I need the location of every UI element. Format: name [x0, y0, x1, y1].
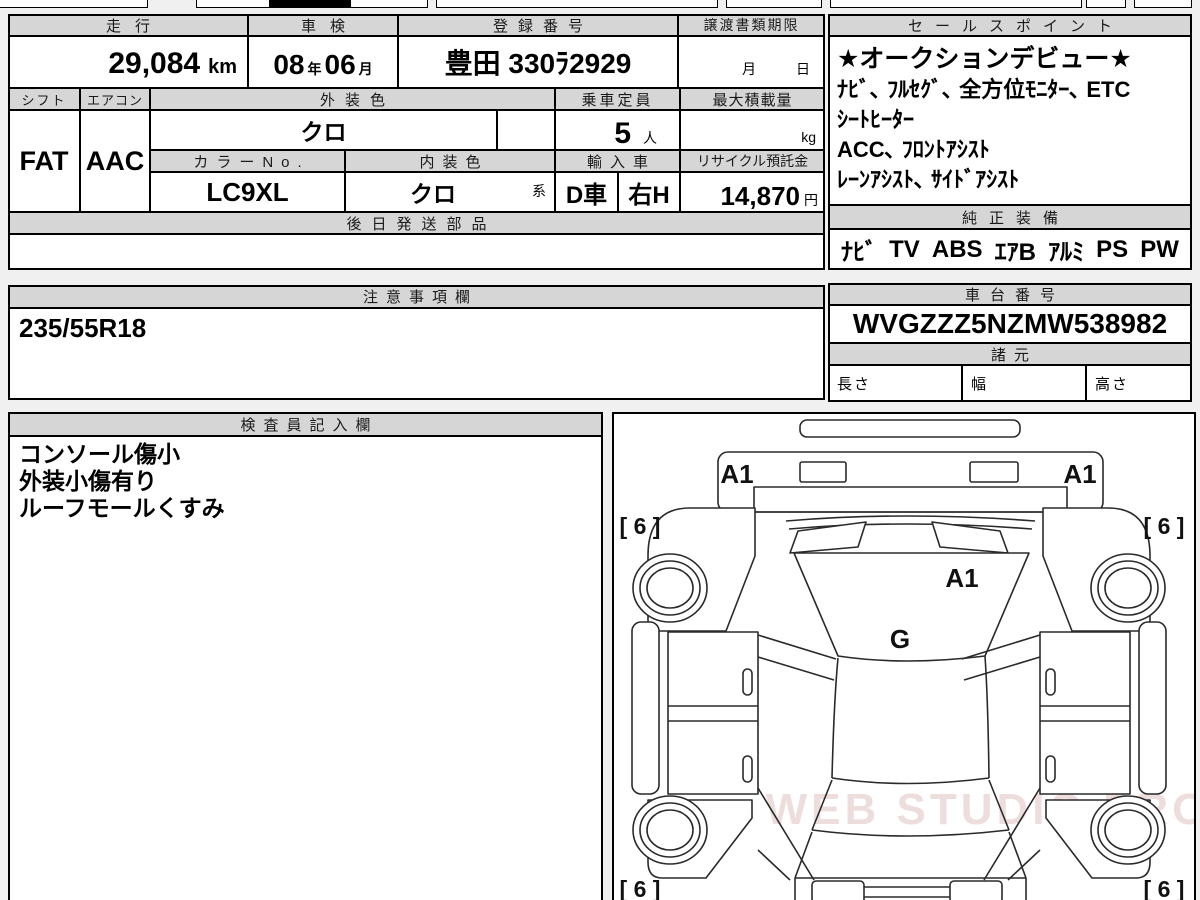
exterior-color-value: クロ [150, 110, 497, 150]
tire-mark: [ 6 ] [1144, 876, 1185, 900]
import-car-value-right: 右H [618, 172, 680, 212]
import-car-value-left: D車 [555, 172, 618, 212]
genuine-equipment-row: ﾅﾋﾞ TV ABS ｴｱB ｱﾙﾐ PS PW [828, 229, 1192, 270]
aircon-header: エアコン [80, 88, 150, 110]
capacity-unit: 人 [643, 130, 657, 146]
sales-point-line: ﾚｰﾝｱｼｽﾄ､ ｻｲﾄﾞｱｼｽﾄ [837, 167, 1020, 192]
recycle-deposit-header: リサイクル預託金 [680, 150, 825, 172]
max-load-unit: kg [801, 129, 816, 145]
chassis-header: 車台番号 [828, 283, 1192, 305]
shaken-value: 08 年 06 月 [248, 36, 398, 88]
exterior-color-blank-cell [497, 110, 555, 150]
notes-body: 235/55R18 [8, 308, 825, 400]
recycle-deposit-unit: 円 [804, 192, 818, 208]
shaken-header: 車検 [248, 14, 398, 36]
tire-mark: [ 6 ] [1144, 513, 1185, 539]
equipment-item: ﾅﾋﾞ [841, 239, 877, 266]
car-diagram: WEB STUDIO.PRO A1 A1 A1 G [6] [6] [… [620, 419, 1196, 900]
equipment-item: ABS [931, 235, 983, 263]
mileage-unit: km [208, 56, 237, 78]
sales-point-line: ｼｰﾄﾋｰﾀｰ [837, 107, 915, 132]
cutoff-row-cell [726, 0, 822, 8]
capacity-header: 乗車定員 [555, 88, 680, 110]
registration-header: 登録番号 [398, 14, 678, 36]
inspector-line: 外装小傷有り [19, 468, 157, 494]
damage-mark-a1: A1 [720, 459, 753, 489]
mileage-number: 29,084 [108, 47, 201, 80]
shift-header: シフト [8, 88, 80, 110]
genuine-equipment-header: 純正装備 [828, 205, 1192, 229]
transfer-deadline-value: 月 日 [678, 36, 825, 88]
capacity-value: 5 人 [555, 110, 680, 150]
transfer-month-mark: 月 [742, 61, 756, 77]
sales-point-line: ACC､ ﾌﾛﾝﾄｱｼｽﾄ [837, 137, 990, 162]
equipment-item: ｴｱB [994, 239, 1036, 266]
later-parts-value [8, 234, 825, 270]
spec-height-label: 高さ [1095, 376, 1130, 393]
shaken-month-suffix: 月 [358, 61, 373, 77]
notes-header: 注意事項欄 [8, 285, 825, 308]
shift-value: FAT [8, 110, 80, 212]
interior-color-suffix: 系 [532, 183, 546, 199]
inspector-line: コンソール傷小 [19, 441, 180, 467]
mileage-header: 走行 [8, 14, 248, 36]
damage-mark-a1: A1 [1063, 459, 1096, 489]
sales-point-header: セールスポイント [828, 14, 1192, 36]
cutoff-text-blob [269, 0, 351, 7]
interior-color-text: クロ [410, 181, 456, 207]
equipment-item: ｱﾙﾐ [1048, 239, 1085, 266]
shaken-year-suffix: 年 [307, 61, 322, 77]
inspector-header: 検査員記入欄 [8, 412, 603, 436]
cutoff-row-cell [1086, 0, 1126, 8]
registration-value: 豊田 330ﾗ2929 [398, 36, 678, 88]
spec-length-cell: 長さ [828, 365, 962, 402]
notes-line: 235/55R18 [19, 313, 147, 343]
color-no-value: LC9XL [150, 172, 345, 212]
exterior-color-header: 外装色 [150, 88, 555, 110]
import-car-header: 輸入車 [555, 150, 680, 172]
sales-point-body: ★オークションデビュー★ ﾅﾋﾞ､ ﾌﾙｾｸﾞ､ 全方位ﾓﾆﾀｰ､ ETC ｼｰ… [828, 36, 1192, 205]
damage-mark-g: G [890, 624, 910, 654]
recycle-deposit-number: 14,870 [720, 181, 800, 211]
equipment-item: PW [1140, 235, 1179, 263]
sales-point-line: ﾅﾋﾞ､ ﾌﾙｾｸﾞ､ 全方位ﾓﾆﾀｰ､ ETC [837, 77, 1131, 102]
cutoff-row-cell [1134, 0, 1192, 8]
transfer-day-mark: 日 [796, 61, 810, 77]
spec-width-label: 幅 [971, 376, 989, 393]
tire-mark: [ 6 ] [620, 876, 661, 900]
shaken-year: 08 [273, 49, 305, 80]
cutoff-row-cell [830, 0, 1082, 8]
sales-point-line: ★オークションデビュー★ [837, 45, 1132, 73]
later-parts-header: 後日発送部品 [8, 212, 825, 234]
cutoff-row-cell [196, 0, 428, 8]
inspector-line: ルーフモールくすみ [19, 495, 225, 521]
spec-height-cell: 高さ [1086, 365, 1192, 402]
aircon-value: AAC [80, 110, 150, 212]
equipment-item: PS [1096, 235, 1129, 263]
damage-mark-a1: A1 [945, 563, 978, 593]
chassis-value: WVGZZZ5NZMW538982 [828, 305, 1192, 343]
color-no-header: カラーNo. [150, 150, 345, 172]
specs-header: 諸元 [828, 343, 1192, 365]
inspector-body: コンソール傷小 外装小傷有り ルーフモールくすみ [8, 436, 603, 900]
tire-mark: [ 6 ] [620, 513, 661, 539]
transfer-deadline-header: 譲渡書類期限 [678, 14, 825, 36]
interior-color-value: クロ 系 [345, 172, 555, 212]
capacity-number: 5 [614, 117, 631, 150]
shaken-month: 06 [324, 49, 356, 80]
spec-length-label: 長さ [837, 376, 872, 393]
max-load-value: kg [680, 110, 825, 150]
mileage-value: 29,084 km [8, 36, 248, 88]
equipment-item: TV [889, 235, 920, 263]
cutoff-row-cell [436, 0, 718, 8]
auction-sheet: 走行 車検 登録番号 譲渡書類期限 29,084 km 08 年 06 月 豊田… [0, 0, 1200, 900]
max-load-header: 最大積載量 [680, 88, 825, 110]
interior-color-header: 内装色 [345, 150, 555, 172]
spec-width-cell: 幅 [962, 365, 1086, 402]
cutoff-row-cell [0, 0, 148, 8]
recycle-deposit-value: 14,870 円 [680, 172, 825, 212]
